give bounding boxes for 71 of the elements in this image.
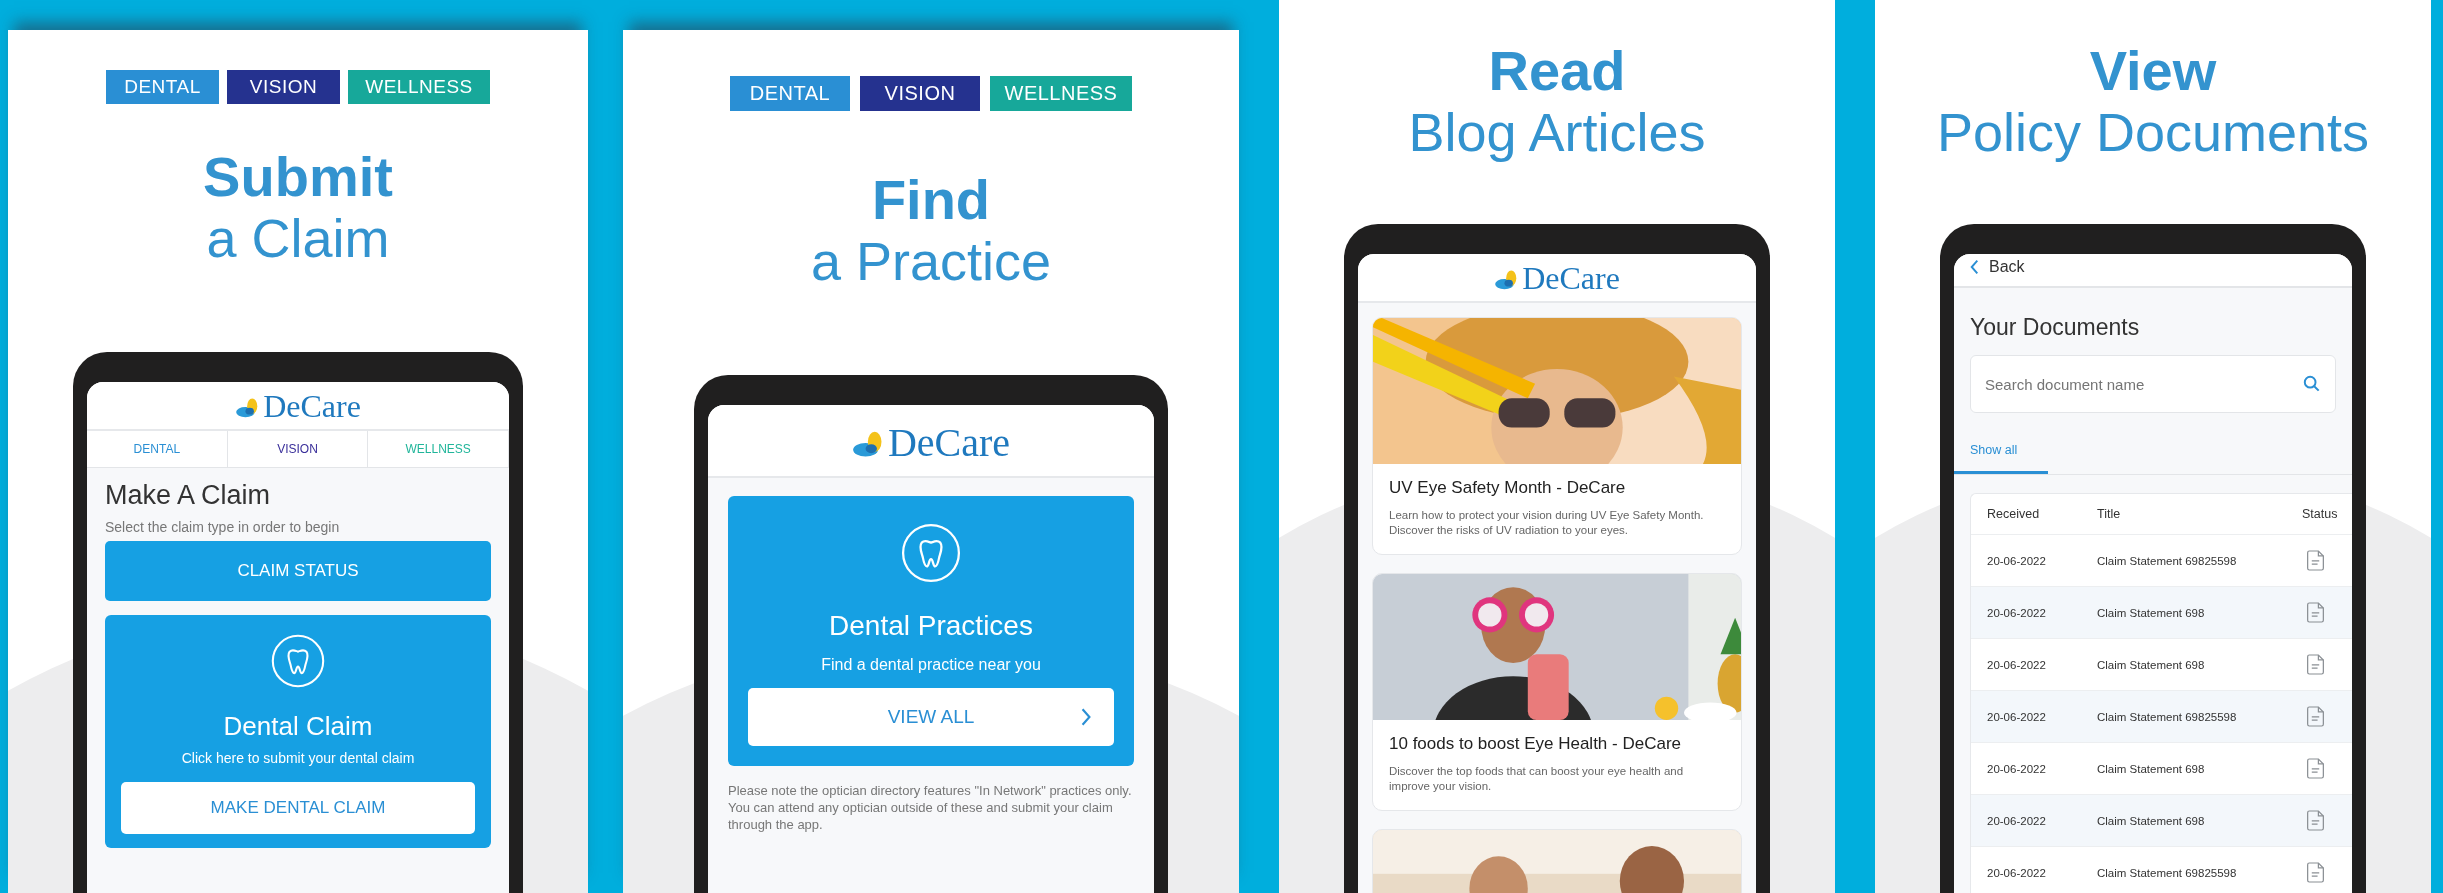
article-summary: Discover the top foods that can boost your eye health and improve your vision. (1389, 764, 1685, 794)
category-label: WELLNESS (990, 76, 1132, 111)
tab[interactable]: WELLNESS (368, 431, 509, 467)
note-text: Please note the optician directory features "In Network" practices only. You can attend any optician outside of these and submit your claim through the app. (728, 782, 1133, 833)
table-cell-text: 20-06-2022 (1986, 606, 2047, 619)
card-text: Click here to submit your dental claim (181, 750, 415, 766)
headline-subtitle: a Claim (205, 208, 391, 268)
tab[interactable]: VISION (227, 431, 369, 467)
claim-card[interactable]: Dental Claim Click here to submit your dental claim MAKE DENTAL CLAIM (105, 615, 491, 848)
table-cell-text: Claim Statement 69825598 (2097, 554, 2238, 567)
document-icon (2306, 757, 2325, 780)
search-field[interactable]: Search document name (1970, 355, 2336, 413)
back-button[interactable]: Back (1970, 258, 2025, 276)
back-icon (1970, 259, 1979, 275)
column-header: Title (2097, 507, 2122, 521)
logo-text: DeCare (263, 388, 361, 425)
table-cell-text: 20-06-2022 (1986, 762, 2047, 775)
tab[interactable]: DENTAL (87, 431, 228, 467)
logo-text: DeCare (887, 419, 1011, 466)
table-cell-text: 20-06-2022 (1986, 814, 2047, 827)
article-summary: Learn how to protect your vision during UV Eye Safety Month. Discover the risks of UV radiation to your eyes. (1389, 508, 1705, 538)
card-text: Find a dental practice near you (821, 656, 1041, 674)
make-claim-button[interactable]: MAKE DENTAL CLAIM (121, 782, 475, 834)
claim-status-button[interactable]: CLAIM STATUS (105, 541, 491, 601)
table-cell-text: Claim Statement 69825598 (2097, 866, 2238, 879)
table-cell-text: Claim Statement 698 (2097, 658, 2206, 671)
headline-title: Find (870, 169, 992, 231)
article-card[interactable]: UV Eye Safety Month - DeCare Learn how to protect your vision during UV Eye Safety Month. Discover the risks of UV radiation to your eyes. (1372, 317, 1742, 555)
table-cell-text: 20-06-2022 (1986, 866, 2047, 879)
tooth-icon (900, 522, 962, 584)
practice-card[interactable]: Dental Practices Find a dental practice near you VIEW ALL (728, 496, 1134, 766)
headline-subtitle: Blog Articles (1408, 102, 1706, 162)
document-icon (2306, 601, 2325, 624)
category-label: DENTAL (730, 76, 850, 111)
card-title: Dental Claim (223, 711, 373, 742)
table-cell-text: Claim Statement 69825598 (2097, 710, 2238, 723)
category-label: WELLNESS (348, 70, 490, 104)
search-icon (2303, 375, 2320, 392)
logo-text: DeCare (1522, 260, 1620, 297)
category-label: VISION (860, 76, 980, 111)
table-cell-text: 20-06-2022 (1986, 658, 2047, 671)
table-cell-text: 20-06-2022 (1986, 554, 2047, 567)
document-icon (2306, 809, 2325, 832)
column-header: Received (1986, 507, 2041, 521)
column-header: Status (2302, 507, 2339, 521)
headline-title: View (2088, 40, 2218, 102)
category-label: VISION (227, 70, 340, 104)
table-cell-text: Claim Statement 698 (2097, 814, 2206, 827)
article-title: 10 foods to boost Eye Health - DeCare (1389, 734, 1682, 754)
headline-title: Read (1487, 40, 1627, 102)
headline-subtitle: a Practice (810, 231, 1052, 291)
chevron-icon (1080, 707, 1092, 727)
filter-tab[interactable]: Show all (1954, 435, 2048, 474)
article-title: UV Eye Safety Month - DeCare (1389, 478, 1627, 498)
category-label: DENTAL (106, 70, 219, 104)
headline-title: Submit (203, 146, 393, 208)
document-icon (2306, 549, 2325, 572)
card-title: Dental Practices (829, 610, 1033, 642)
document-icon (2306, 653, 2325, 676)
document-icon (2306, 861, 2325, 884)
screen-heading: Your Documents (1970, 314, 2141, 341)
document-icon (2306, 705, 2325, 728)
article-card[interactable]: 10 foods to boost Eye Health - DeCare Discover the top foods that can boost your eye health and improve your vision. (1372, 573, 1742, 811)
tooth-icon (270, 633, 326, 689)
screen-subtitle: Select the claim type in order to begin (105, 519, 341, 535)
table-cell-text: Claim Statement 698 (2097, 762, 2206, 775)
screen-heading: Make A Claim (105, 480, 272, 511)
view-all-button[interactable]: VIEW ALL (748, 688, 1114, 746)
table-cell-text: Claim Statement 698 (2097, 606, 2206, 619)
headline-subtitle: Policy Documents (1936, 102, 2370, 162)
table-cell-text: 20-06-2022 (1986, 710, 2047, 723)
